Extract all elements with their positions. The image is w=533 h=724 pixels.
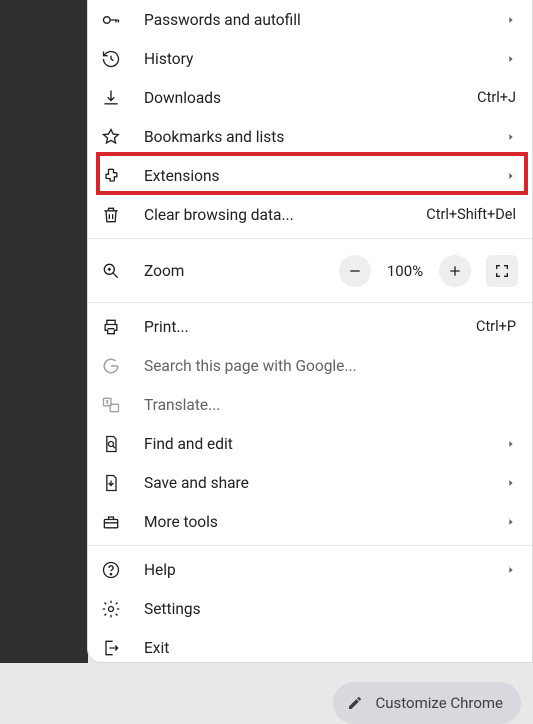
zoom-value: 100% <box>382 262 428 280</box>
download-icon <box>100 87 122 109</box>
menu-item-label: Clear browsing data... <box>144 206 418 224</box>
menu-item-label: Downloads <box>144 89 469 107</box>
help-icon <box>100 559 122 581</box>
menu-item-print[interactable]: Print... Ctrl+P <box>88 307 532 346</box>
customize-chrome-button[interactable]: Customize Chrome <box>333 682 521 724</box>
menu-item-passwords-and-autofill[interactable]: Passwords and autofill <box>88 0 532 39</box>
menu-divider <box>88 238 532 239</box>
menu-item-extensions[interactable]: Extensions <box>88 156 532 195</box>
menu-item-shortcut: Ctrl+Shift+Del <box>426 206 516 223</box>
menu-item-label: Print... <box>144 318 468 336</box>
trash-icon <box>100 204 122 226</box>
chevron-right-icon <box>506 439 516 449</box>
menu-item-exit[interactable]: Exit <box>88 628 532 667</box>
menu-item-bookmarks-and-lists[interactable]: Bookmarks and lists <box>88 117 532 156</box>
toolbox-icon <box>100 511 122 533</box>
menu-item-translate[interactable]: Translate... <box>88 385 532 424</box>
menu-item-more-tools[interactable]: More tools <box>88 502 532 541</box>
menu-item-save-and-share[interactable]: Save and share <box>88 463 532 502</box>
zoom-icon <box>100 260 122 282</box>
menu-item-search-this-page[interactable]: Search this page with Google... <box>88 346 532 385</box>
zoom-out-button[interactable] <box>339 255 371 287</box>
pencil-icon <box>347 695 363 711</box>
menu-item-label: Settings <box>144 600 516 618</box>
menu-item-label: Passwords and autofill <box>144 11 496 29</box>
menu-item-label: Extensions <box>144 167 496 185</box>
chevron-right-icon <box>506 54 516 64</box>
menu-item-label: History <box>144 50 496 68</box>
menu-item-label: More tools <box>144 513 496 531</box>
menu-item-downloads[interactable]: Downloads Ctrl+J <box>88 78 532 117</box>
chevron-right-icon <box>506 478 516 488</box>
puzzle-icon <box>100 165 122 187</box>
zoom-label: Zoom <box>144 262 274 280</box>
menu-item-clear-browsing-data[interactable]: Clear browsing data... Ctrl+Shift+Del <box>88 195 532 234</box>
chrome-menu-panel: Passwords and autofill History Downloads… <box>87 0 533 663</box>
menu-item-label: Bookmarks and lists <box>144 128 496 146</box>
google-icon <box>100 355 122 377</box>
menu-item-label: Exit <box>144 639 516 657</box>
menu-item-label: Translate... <box>144 396 516 414</box>
zoom-row: Zoom 100% <box>88 243 532 298</box>
translate-icon <box>100 394 122 416</box>
menu-divider <box>88 545 532 546</box>
menu-item-label: Search this page with Google... <box>144 357 516 375</box>
chevron-right-icon <box>506 132 516 142</box>
menu-item-help[interactable]: Help <box>88 550 532 589</box>
menu-divider <box>88 302 532 303</box>
print-icon <box>100 316 122 338</box>
menu-item-history[interactable]: History <box>88 39 532 78</box>
history-icon <box>100 48 122 70</box>
menu-item-label: Help <box>144 561 496 579</box>
chevron-right-icon <box>506 565 516 575</box>
chevron-right-icon <box>506 517 516 527</box>
exit-icon <box>100 637 122 659</box>
menu-item-label: Save and share <box>144 474 496 492</box>
chevron-right-icon <box>506 15 516 25</box>
menu-item-settings[interactable]: Settings <box>88 589 532 628</box>
menu-item-shortcut: Ctrl+J <box>477 89 516 106</box>
menu-item-find-and-edit[interactable]: Find and edit <box>88 424 532 463</box>
key-icon <box>100 9 122 31</box>
chevron-right-icon <box>506 171 516 181</box>
find-page-icon <box>100 433 122 455</box>
customize-label: Customize Chrome <box>375 694 503 712</box>
menu-item-label: Find and edit <box>144 435 496 453</box>
gear-icon <box>100 598 122 620</box>
star-icon <box>100 126 122 148</box>
file-out-icon <box>100 472 122 494</box>
zoom-in-button[interactable] <box>439 255 471 287</box>
fullscreen-button[interactable] <box>486 255 518 287</box>
menu-item-shortcut: Ctrl+P <box>476 318 516 335</box>
